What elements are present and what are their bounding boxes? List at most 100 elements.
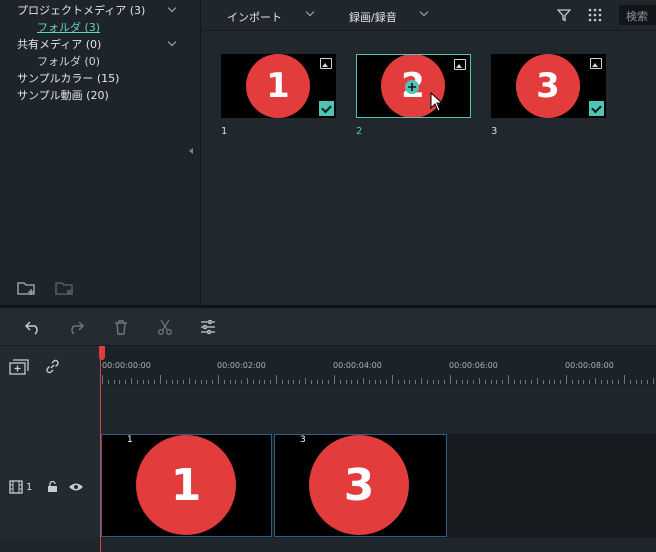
- ruler-tick: [206, 380, 208, 384]
- delete-icon[interactable]: [112, 318, 130, 336]
- ruler-tick: [531, 380, 533, 384]
- media-library-sidebar: プロジェクトメディア (3) フォルダ (3) 共有メディア (0) フォルダ …: [0, 0, 200, 305]
- ruler-tick: [386, 380, 388, 384]
- sidebar-item-sample-color[interactable]: サンプルカラー (15): [17, 70, 119, 86]
- ruler-tick: [438, 380, 440, 384]
- ruler-tick: [322, 380, 324, 384]
- ruler-tick: [136, 380, 138, 384]
- ruler-tick: [432, 380, 434, 384]
- ruler-tick: [160, 375, 161, 384]
- checkmark-icon: [319, 101, 334, 116]
- checkmark-icon: [589, 101, 604, 116]
- ruler-tick: [270, 380, 272, 384]
- ruler-tick: [177, 380, 179, 384]
- sidebar-item-sample-video[interactable]: サンプル動画 (20): [17, 87, 109, 103]
- timeline-clip-1[interactable]: 1 1: [101, 434, 272, 537]
- ruler-tick: [119, 380, 121, 384]
- ruler-tick: [542, 380, 544, 384]
- add-to-timeline-icon[interactable]: [404, 79, 420, 95]
- search-input[interactable]: 検索: [619, 5, 656, 25]
- chevron-down-icon[interactable]: [419, 7, 429, 17]
- ruler-tick: [566, 375, 567, 384]
- ruler-tick: [218, 375, 219, 384]
- eye-icon[interactable]: [68, 482, 84, 492]
- ruler-tick: [606, 380, 608, 384]
- media-label: 3: [491, 126, 498, 137]
- video-track-icon: [9, 480, 23, 494]
- link-icon[interactable]: [44, 358, 61, 375]
- chevron-down-icon[interactable]: [167, 3, 177, 13]
- ruler-tick: [577, 380, 579, 384]
- grid-view-icon[interactable]: [588, 8, 602, 22]
- media-toolbar: インポート 録画/録音 検索: [201, 0, 656, 31]
- timeline-clip-3[interactable]: 3 3: [274, 434, 447, 537]
- ruler-tick: [560, 380, 562, 384]
- add-track-icon[interactable]: [9, 359, 29, 376]
- ruler-tick: [235, 380, 237, 384]
- ruler-tick: [351, 380, 353, 384]
- record-button[interactable]: 録画/録音: [349, 9, 397, 25]
- image-icon: [454, 59, 466, 70]
- media-thumbnail-1[interactable]: 1: [221, 54, 336, 118]
- timeline-ruler[interactable]: 00:00:00:00 00:00:02:00 00:00:04:00 00:0…: [100, 346, 656, 386]
- ruler-tick: [310, 380, 312, 384]
- media-thumbnail-2[interactable]: 2: [356, 54, 471, 118]
- ruler-tick: [496, 380, 498, 384]
- sidebar-item-folder-shared[interactable]: フォルダ (0): [37, 53, 100, 69]
- ruler-tick: [102, 375, 103, 384]
- ruler-tick: [403, 380, 405, 384]
- ruler-tick: [473, 380, 475, 384]
- media-label: 1: [221, 126, 228, 137]
- ruler-tick: [113, 380, 115, 384]
- ruler-tick: [241, 380, 243, 384]
- ruler-tick: [368, 380, 370, 384]
- ruler-tick: [444, 380, 446, 384]
- chevron-down-icon[interactable]: [167, 37, 177, 47]
- ruler-tick: [223, 380, 225, 384]
- timecode-label: 00:00:00:00: [102, 361, 151, 370]
- timecode-label: 00:00:08:00: [565, 361, 614, 370]
- clip-label: 1: [127, 435, 133, 445]
- ruler-tick: [461, 380, 463, 384]
- ruler-tick: [212, 380, 214, 384]
- ruler-tick: [583, 380, 585, 384]
- ruler-tick: [589, 380, 591, 384]
- scissors-icon[interactable]: [156, 318, 174, 336]
- ruler-tick: [194, 380, 196, 384]
- ruler-tick: [374, 380, 376, 384]
- ruler-tick: [334, 375, 335, 384]
- filter-icon[interactable]: [557, 8, 571, 22]
- adjust-icon[interactable]: [199, 318, 217, 336]
- ruler-tick: [513, 380, 515, 384]
- sidebar-item-shared-media[interactable]: 共有メディア (0): [17, 36, 101, 52]
- new-folder-icon[interactable]: [17, 280, 37, 296]
- lock-icon[interactable]: [47, 481, 58, 493]
- redo-icon[interactable]: [67, 318, 85, 336]
- ruler-tick: [264, 380, 266, 384]
- ruler-tick: [479, 378, 480, 384]
- ruler-tick: [154, 380, 156, 384]
- import-button[interactable]: インポート: [227, 9, 282, 25]
- timecode-label: 00:00:02:00: [217, 361, 266, 370]
- thumbnail-number: 1: [246, 54, 310, 118]
- ruler-tick: [142, 380, 144, 384]
- collapse-arrow-icon[interactable]: [189, 148, 193, 154]
- chevron-down-icon[interactable]: [305, 7, 315, 17]
- undo-icon[interactable]: [24, 318, 42, 336]
- playhead-handle[interactable]: [99, 346, 105, 360]
- ruler-tick: [484, 380, 486, 384]
- ruler-tick: [258, 380, 260, 384]
- ruler-tick: [421, 378, 422, 384]
- sidebar-item-folder-active[interactable]: フォルダ (3): [37, 19, 100, 35]
- delete-folder-icon[interactable]: [55, 280, 75, 296]
- ruler-tick: [305, 378, 306, 384]
- media-thumbnail-3[interactable]: 3: [491, 54, 606, 118]
- ruler-tick: [502, 380, 504, 384]
- mouse-cursor-icon: [430, 92, 444, 112]
- ruler-tick: [624, 375, 625, 384]
- playhead-line[interactable]: [100, 346, 101, 552]
- ruler-tick: [635, 380, 637, 384]
- ruler-tick: [183, 380, 185, 384]
- sidebar-item-project-media[interactable]: プロジェクトメディア (3): [17, 2, 145, 18]
- ruler-tick: [200, 380, 202, 384]
